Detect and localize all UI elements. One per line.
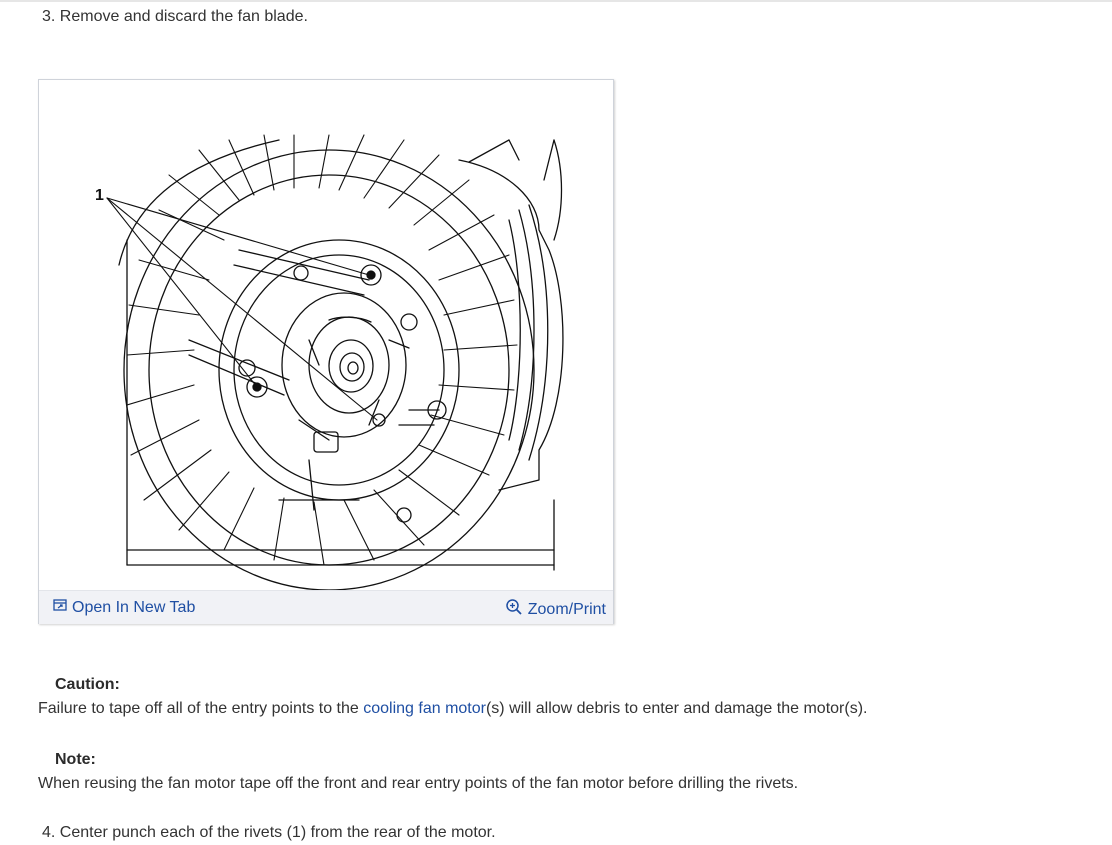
zoom-print-link[interactable]: Zoom/Print: [505, 598, 606, 621]
step-3-text: 3. Remove and discard the fan blade.: [42, 8, 308, 25]
callout-number: 1: [95, 187, 104, 204]
step-4-text: 4. Center punch each of the rivets (1) f…: [42, 824, 496, 841]
zoom-print-label: Zoom/Print: [527, 600, 606, 618]
note-heading: Note:: [55, 751, 96, 768]
zoom-in-icon: [505, 598, 528, 621]
fan-motor-illustration[interactable]: 1: [39, 80, 613, 590]
open-in-new-tab-label: Open In New Tab: [72, 598, 196, 616]
caution-text: Failure to tape off all of the entry poi…: [38, 700, 867, 718]
figure-card: 1 Open In New Tab Zoom/Print: [38, 79, 614, 624]
caution-heading: Caution:: [55, 676, 120, 693]
caution-text-before: Failure to tape off all of the entry poi…: [38, 700, 364, 717]
cooling-fan-motor-link[interactable]: cooling fan motor: [363, 700, 486, 717]
note-text: When reusing the fan motor tape off the …: [38, 775, 799, 792]
figure-toolbar: Open In New Tab Zoom/Print: [39, 590, 613, 624]
top-divider: [0, 0, 1112, 2]
new-tab-icon: [53, 598, 72, 617]
caution-text-after: (s) will allow debris to enter and damag…: [485, 700, 868, 717]
open-in-new-tab-link[interactable]: Open In New Tab: [53, 598, 195, 617]
